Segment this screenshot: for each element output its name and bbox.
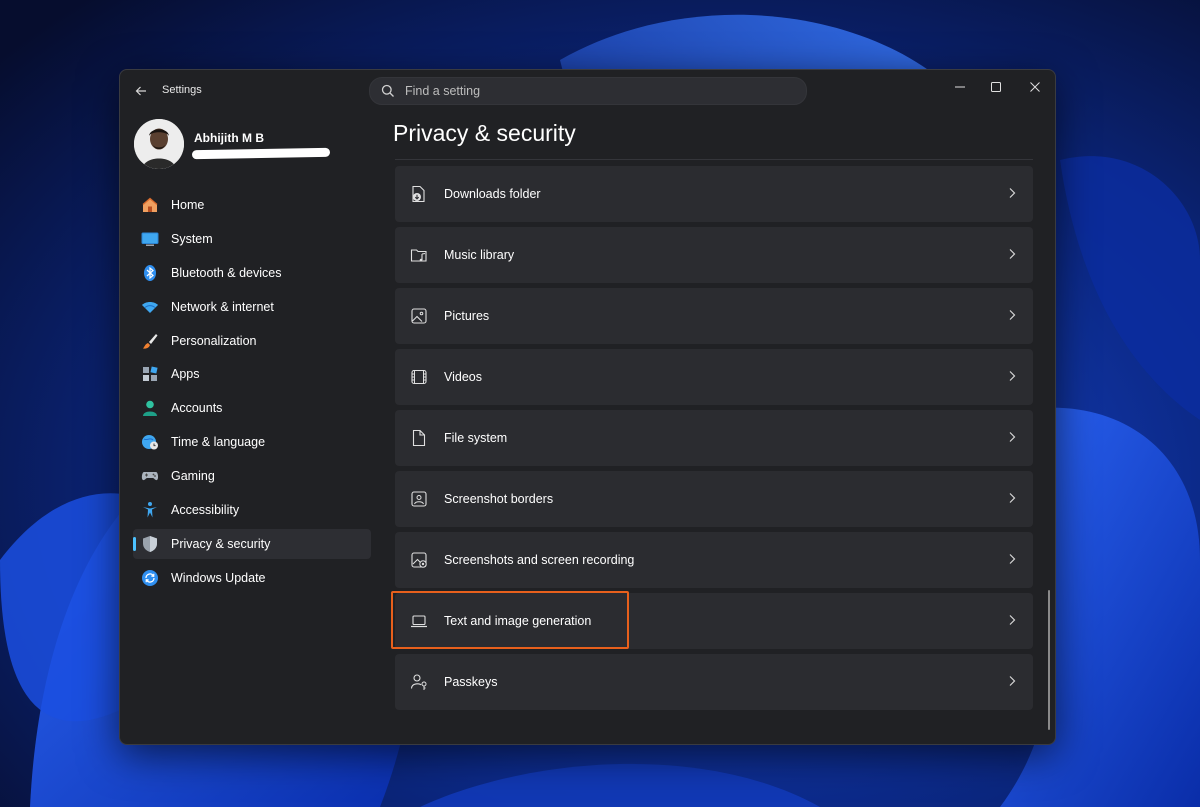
screenshot-border-icon [409,489,429,509]
picture-icon [409,306,429,326]
search-box[interactable] [369,77,807,105]
close-icon [1030,82,1040,92]
settings-row-screen-recording[interactable]: Screenshots and screen recording [395,532,1033,588]
apps-icon [141,365,159,383]
passkey-icon [409,672,429,692]
sidebar-item-time-language[interactable]: Time & language [133,427,371,457]
monitor-icon [141,230,159,248]
globe-clock-icon [141,433,159,451]
sidebar-item-accounts[interactable]: Accounts [133,393,371,423]
brush-icon [141,332,159,350]
sidebar-item-personalization[interactable]: Personalization [133,326,371,356]
screen-recording-icon [409,550,429,570]
app-title: Settings [162,84,202,96]
wifi-icon [141,298,159,316]
accessibility-icon [141,501,159,519]
back-button[interactable] [130,80,152,102]
sidebar-item-home[interactable]: Home [133,190,371,220]
file-icon [409,428,429,448]
settings-list: Downloads folder Music library Pictures … [391,166,1033,715]
sidebar-item-privacy-security[interactable]: Privacy & security [133,528,371,559]
maximize-icon [991,82,1001,92]
settings-row-text-image-generation[interactable]: Text and image generation [391,591,1033,649]
chevron-right-icon [1005,491,1019,505]
chevron-right-icon [1005,247,1019,261]
chevron-right-icon [1005,308,1019,322]
settings-row-downloads-folder[interactable]: Downloads folder [395,166,1033,222]
user-profile[interactable]: Abhijith M B [134,119,374,171]
sidebar-item-accessibility[interactable]: Accessibility [133,495,371,525]
gamepad-icon [141,467,159,485]
chevron-right-icon [1005,674,1019,688]
sidebar-nav: Home System Bluetooth & devices Network … [133,190,371,597]
back-arrow-icon [135,86,146,96]
sidebar-item-gaming[interactable]: Gaming [133,461,371,491]
settings-window: Settings Find a setting Abhijith M B Hom… [119,69,1056,745]
update-icon [141,569,159,587]
redacted-email [191,147,331,160]
music-folder-icon [409,245,429,265]
search-icon [381,84,395,98]
avatar [134,119,184,169]
search-input[interactable] [403,83,787,99]
chevron-right-icon [1005,552,1019,566]
settings-row-pictures[interactable]: Pictures [395,288,1033,344]
minimize-icon [955,86,965,88]
download-folder-icon [409,184,429,204]
maximize-button[interactable] [976,74,1016,100]
title-bar: Settings [120,70,1055,112]
page-title: Privacy & security [393,120,576,146]
sidebar-item-system[interactable]: System [133,224,371,254]
video-icon [409,367,429,387]
shield-icon [141,535,159,553]
sidebar-item-network[interactable]: Network & internet [133,292,371,322]
chevron-right-icon [1005,186,1019,200]
chevron-right-icon [1005,430,1019,444]
chevron-right-icon [1005,369,1019,383]
scrollbar[interactable] [1048,590,1050,730]
user-name: Abhijith M B [194,131,264,145]
settings-row-file-system[interactable]: File system [395,410,1033,466]
sidebar-item-windows-update[interactable]: Windows Update [133,563,371,593]
settings-row-screenshot-borders[interactable]: Screenshot borders [395,471,1033,527]
person-icon [141,399,159,417]
sidebar-item-apps[interactable]: Apps [133,359,371,389]
laptop-icon [409,611,429,631]
settings-row-passkeys[interactable]: Passkeys [395,654,1033,710]
chevron-right-icon [1005,613,1019,627]
settings-row-videos[interactable]: Videos [395,349,1033,405]
sidebar-item-bluetooth[interactable]: Bluetooth & devices [133,258,371,288]
bluetooth-icon [141,264,159,282]
home-icon [141,196,159,214]
close-button[interactable] [1015,74,1055,100]
minimize-button[interactable] [940,74,980,100]
divider [395,159,1033,160]
settings-row-music-library[interactable]: Music library [395,227,1033,283]
